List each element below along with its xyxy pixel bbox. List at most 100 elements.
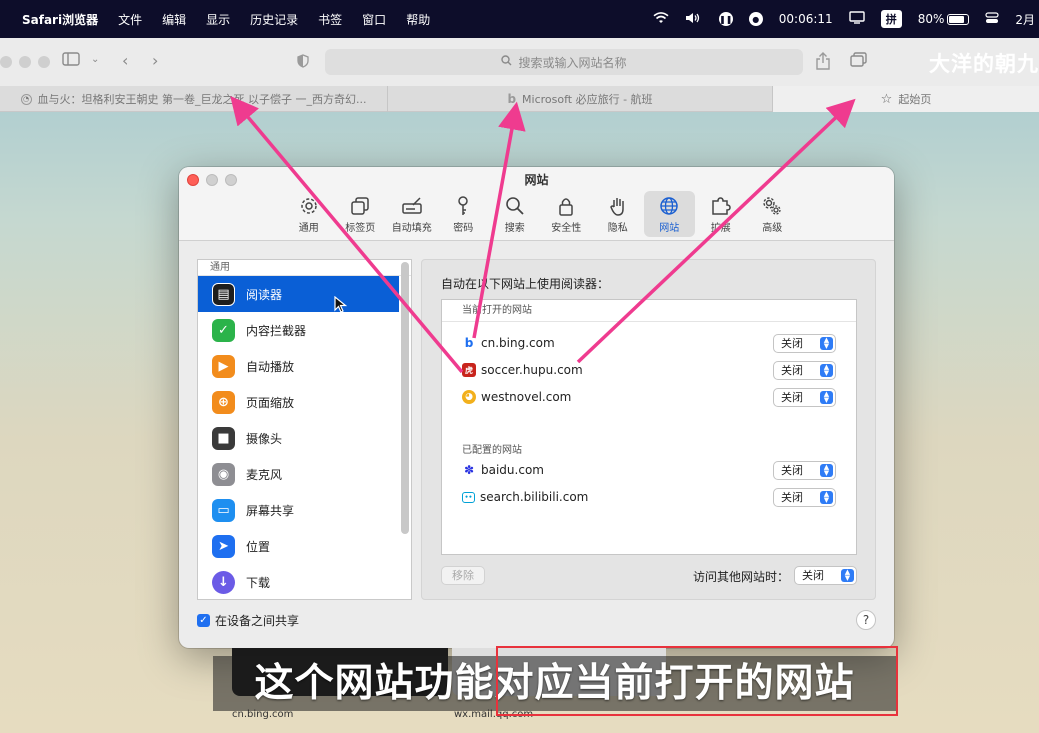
- website-row[interactable]: b cn.bing.com 关闭 ▲ ▼: [462, 332, 836, 354]
- tab-autofill[interactable]: 自动填充: [386, 191, 438, 237]
- forward-icon[interactable]: ›: [152, 51, 158, 70]
- sidebar-section-header: 通用: [198, 260, 411, 276]
- wifi-icon[interactable]: [653, 11, 669, 27]
- browser-tab[interactable]: b Microsoft 必应旅行 - 航班: [388, 86, 773, 112]
- select-value: 关闭: [781, 364, 803, 377]
- reader-setting-select[interactable]: 关闭 ▲ ▼: [773, 361, 836, 380]
- search-icon: [501, 55, 512, 69]
- tab-general[interactable]: 通用: [283, 191, 335, 237]
- help-button[interactable]: ?: [856, 610, 876, 630]
- website-row[interactable]: ◕ westnovel.com 关闭 ▲ ▼: [462, 386, 836, 408]
- share-across-devices[interactable]: ✓ 在设备之间共享: [197, 612, 299, 629]
- chevron-down-icon[interactable]: ⌄: [91, 54, 99, 65]
- window-controls: [0, 56, 50, 68]
- reader-setting-select[interactable]: 关闭 ▲ ▼: [773, 388, 836, 407]
- other-sites-select[interactable]: 关闭 ▲ ▼: [794, 566, 857, 585]
- tab-privacy[interactable]: 隐私: [592, 191, 644, 237]
- window-minimize-button[interactable]: [19, 56, 31, 68]
- microphone-icon: ◉: [212, 462, 235, 486]
- sidebar-item-reader[interactable]: ▤ 阅读器: [198, 276, 399, 312]
- sidebar-item-label: 阅读器: [246, 287, 283, 302]
- menu-history[interactable]: 历史记录: [250, 11, 298, 28]
- autoplay-icon: ▶: [212, 354, 235, 378]
- current-sites-header: 当前打开的网站: [442, 300, 856, 322]
- menu-window[interactable]: 窗口: [362, 11, 386, 28]
- sidebar-item-screen-sharing[interactable]: ▭ 屏幕共享: [198, 492, 399, 528]
- stop-record-icon[interactable]: ●: [748, 12, 763, 26]
- sidebar-item-label: 内容拦截器: [246, 323, 307, 338]
- reader-icon: ▤: [212, 282, 235, 306]
- browser-tab[interactable]: ◔ 血与火：坦格利安王朝史 第一卷_巨龙之死 以子偿子 一_西方奇幻...: [0, 86, 388, 112]
- privacy-shield-icon[interactable]: [297, 53, 309, 72]
- tab-overview-icon[interactable]: [850, 52, 868, 72]
- tab-passwords[interactable]: 密码: [438, 191, 490, 237]
- menu-bookmarks[interactable]: 书签: [318, 11, 342, 28]
- sidebar-item-camera[interactable]: ■ 摄像头: [198, 420, 399, 456]
- sidebar-item-content-blockers[interactable]: ✓ 内容拦截器: [198, 312, 399, 348]
- autofill-icon: [402, 197, 422, 214]
- tab-label: 安全性: [551, 223, 582, 234]
- reader-settings-panel: 自动在以下网站上使用阅读器： 当前打开的网站 b cn.bing.com 关闭 ▲…: [421, 259, 876, 600]
- tab-advanced[interactable]: 高级: [747, 191, 799, 237]
- sidebar-item-downloads[interactable]: ↓ 下载: [198, 564, 399, 599]
- menu-view[interactable]: 显示: [206, 11, 230, 28]
- preferences-tabs: 通用 标签页 自动填充 密码 搜索 安全性 隐私 网站 扩展 高级: [283, 191, 798, 237]
- pause-icon[interactable]: ❚❚: [718, 12, 733, 26]
- sidebar-item-autoplay[interactable]: ▶ 自动播放: [198, 348, 399, 384]
- volume-icon[interactable]: [685, 12, 703, 27]
- select-value: 关闭: [781, 337, 803, 350]
- menu-help[interactable]: 帮助: [406, 11, 430, 28]
- bing-icon: b: [464, 336, 474, 350]
- hupu-icon: 虎: [462, 363, 476, 377]
- sidebar-toggle-icon[interactable]: [62, 51, 82, 71]
- browser-tab-active[interactable]: ☆ 起始页: [773, 86, 1039, 112]
- control-center-icon[interactable]: [985, 11, 999, 27]
- address-bar[interactable]: 搜索或输入网站名称: [325, 49, 803, 75]
- reader-setting-select[interactable]: 关闭 ▲ ▼: [773, 334, 836, 353]
- tab-title: 起始页: [898, 93, 932, 106]
- display-icon[interactable]: [848, 11, 865, 27]
- battery-status[interactable]: 80%: [918, 12, 970, 26]
- sidebar-item-microphone[interactable]: ◉ 麦克风: [198, 456, 399, 492]
- screen-share-icon: ▭: [212, 498, 235, 522]
- website-name: westnovel.com: [481, 390, 572, 404]
- sidebar-item-label: 下载: [246, 575, 271, 590]
- tab-websites[interactable]: 网站: [643, 191, 695, 237]
- tab-tabs[interactable]: 标签页: [335, 191, 387, 237]
- menu-edit[interactable]: 编辑: [162, 11, 186, 28]
- tab-label: 高级: [762, 223, 783, 234]
- input-method[interactable]: 拼: [880, 10, 902, 28]
- tab-search[interactable]: 搜索: [489, 191, 541, 237]
- hand-icon: [609, 198, 624, 216]
- tab-security[interactable]: 安全性: [541, 191, 593, 237]
- sidebar-scrollbar[interactable]: [401, 262, 409, 534]
- sidebar-item-label: 页面缩放: [246, 395, 295, 410]
- content-blocker-icon: ✓: [212, 318, 235, 342]
- recording-time: 00:06:11: [778, 12, 833, 26]
- website-name: search.bilibili.com: [480, 490, 589, 504]
- sidebar-item-location[interactable]: ➤ 位置: [198, 528, 399, 564]
- website-row[interactable]: 虎 soccer.hupu.com 关闭 ▲ ▼: [462, 359, 836, 381]
- back-icon[interactable]: ‹: [122, 51, 128, 70]
- camera-icon: ■: [212, 426, 235, 450]
- menu-date[interactable]: 2月: [1015, 11, 1035, 28]
- website-name: soccer.hupu.com: [481, 363, 583, 377]
- menu-app-name[interactable]: Safari浏览器: [22, 11, 98, 28]
- tab-extensions[interactable]: 扩展: [695, 191, 747, 237]
- window-close-button[interactable]: [0, 56, 12, 68]
- website-row[interactable]: ✽ baidu.com 关闭 ▲ ▼: [462, 459, 836, 481]
- website-row[interactable]: •• search.bilibili.com 关闭 ▲ ▼: [462, 486, 836, 508]
- reader-setting-select[interactable]: 关闭 ▲ ▼: [773, 461, 836, 480]
- window-zoom-button[interactable]: [38, 56, 50, 68]
- stepper-chevron-icon: ▲ ▼: [841, 569, 854, 582]
- other-sites-select-wrap: 关闭 ▲ ▼: [794, 566, 857, 585]
- checkbox-checked-icon[interactable]: ✓: [197, 614, 210, 627]
- sidebar-item-page-zoom[interactable]: ⊕ 页面缩放: [198, 384, 399, 420]
- share-icon[interactable]: [816, 52, 830, 74]
- remove-button[interactable]: 移除: [441, 566, 485, 585]
- reader-setting-select[interactable]: 关闭 ▲ ▼: [773, 488, 836, 507]
- bing-favicon-icon: b: [507, 92, 517, 106]
- tab-label: 通用: [298, 223, 319, 234]
- menu-file[interactable]: 文件: [118, 11, 142, 28]
- panel-description: 自动在以下网站上使用阅读器：: [441, 277, 610, 291]
